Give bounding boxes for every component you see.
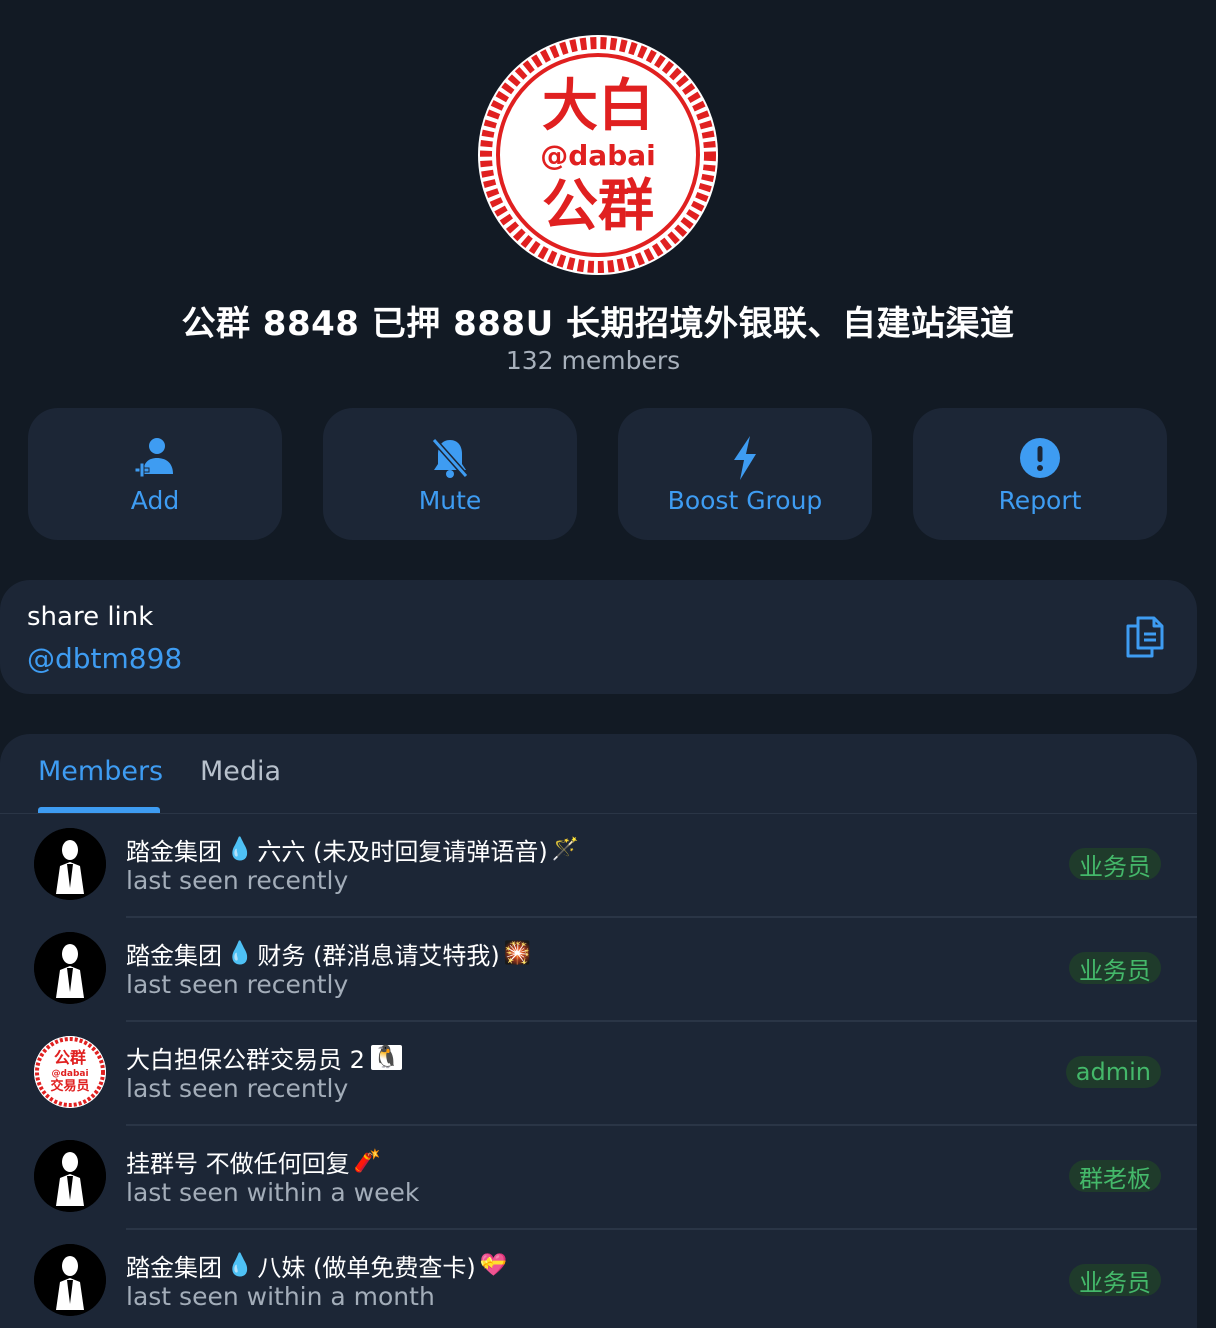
avatar: 公群 @dabai 交易员 bbox=[34, 1036, 106, 1108]
role-badge: 群老板 bbox=[1069, 1160, 1161, 1193]
logo-text-bottom: 公群 bbox=[542, 174, 654, 239]
member-row[interactable]: 踏金集团 💧 六六 (未及时回复请弹语音) 🪄 last seen recent… bbox=[0, 814, 1197, 918]
logo-handle: @dabai bbox=[540, 139, 655, 172]
report-button[interactable]: Report bbox=[913, 408, 1167, 540]
members-panel: Members Media 踏金集团 💧 六六 (未及时回复请弹语音) 🪄 la… bbox=[0, 734, 1197, 1328]
member-name-prefix: 大白担保公群交易员 2 bbox=[126, 1046, 365, 1074]
member-status: last seen recently bbox=[126, 866, 349, 895]
add-user-icon bbox=[135, 434, 175, 482]
magic-wand-icon: 🪄 bbox=[551, 837, 580, 862]
share-link-value[interactable]: @dbtm898 bbox=[27, 642, 182, 675]
avatar-text-bottom: 交易员 bbox=[50, 1078, 89, 1094]
copy-icon[interactable] bbox=[1124, 614, 1170, 660]
avatar bbox=[34, 1140, 106, 1212]
boost-group-label: Boost Group bbox=[667, 485, 823, 515]
avatar bbox=[34, 828, 106, 900]
tab-media[interactable]: Media bbox=[200, 756, 281, 787]
member-name-suffix: 财务 (群消息请艾特我) bbox=[257, 942, 500, 970]
lightning-icon bbox=[730, 434, 760, 482]
member-status: last seen within a week bbox=[126, 1178, 420, 1207]
member-name: 踏金集团 💧 八妹 (做单免费查卡) 💝 bbox=[126, 1248, 511, 1283]
member-name-suffix: 六六 (未及时回复请弹语音) bbox=[257, 838, 548, 866]
member-status: last seen within a month bbox=[126, 1282, 435, 1311]
penguin-icon: 🐧 bbox=[370, 1045, 403, 1070]
boost-group-button[interactable]: Boost Group bbox=[618, 408, 872, 540]
exclamation-circle-icon bbox=[1019, 434, 1061, 482]
member-name: 挂群号 不做任何回复 🧨 bbox=[126, 1144, 385, 1179]
group-title: 公群 8848 已押 888U 长期招境外银联、自建站渠道 bbox=[181, 304, 1015, 344]
logo-text-top: 大白 bbox=[542, 74, 654, 139]
water-drop-icon: 💧 bbox=[226, 837, 254, 862]
member-row[interactable]: 公群 @dabai 交易员 大白担保公群交易员 2 🐧 last seen re… bbox=[0, 1022, 1197, 1126]
sparkler-icon: 🎇 bbox=[503, 941, 532, 966]
member-name: 踏金集团 💧 财务 (群消息请艾特我) 🎇 bbox=[126, 936, 535, 971]
member-status: last seen recently bbox=[126, 970, 349, 999]
avatar-handle: @dabai bbox=[51, 1069, 88, 1079]
share-link-title: share link bbox=[27, 602, 154, 632]
mute-button[interactable]: Mute bbox=[323, 408, 577, 540]
report-label: Report bbox=[998, 485, 1082, 515]
firecracker-icon: 🧨 bbox=[353, 1149, 382, 1174]
member-name-prefix: 踏金集团 bbox=[126, 838, 222, 866]
group-avatar: 大白 @dabai 公群 bbox=[478, 35, 718, 275]
bell-muted-icon bbox=[430, 434, 470, 482]
member-name: 踏金集团 💧 六六 (未及时回复请弹语音) 🪄 bbox=[126, 832, 583, 867]
member-name-suffix: 八妹 (做单免费查卡) bbox=[257, 1254, 476, 1282]
member-name: 大白担保公群交易员 2 🐧 bbox=[126, 1040, 406, 1075]
member-name-prefix: 踏金集团 bbox=[126, 1254, 222, 1282]
member-row[interactable]: 踏金集团 💧 财务 (群消息请艾特我) 🎇 last seen recently… bbox=[0, 918, 1197, 1022]
avatar-text-top: 公群 bbox=[54, 1048, 86, 1067]
group-info-page: 大白 @dabai 公群 公群 8848 已押 888U 长期招境外银联、自建站… bbox=[0, 0, 1216, 1328]
member-row[interactable]: 挂群号 不做任何回复 🧨 last seen within a week 群老板 bbox=[0, 1126, 1197, 1230]
member-status: last seen recently bbox=[126, 1074, 349, 1103]
add-label: Add bbox=[130, 485, 180, 515]
group-logo: 大白 @dabai 公群 bbox=[480, 37, 716, 273]
member-count: 132 members bbox=[505, 346, 681, 375]
heart-gift-icon: 💝 bbox=[479, 1253, 508, 1278]
member-name-prefix: 挂群号 不做任何回复 bbox=[126, 1150, 350, 1178]
avatar bbox=[34, 1244, 106, 1316]
water-drop-icon: 💧 bbox=[226, 1253, 254, 1278]
member-row[interactable]: 踏金集团 💧 八妹 (做单免费查卡) 💝 last seen within a … bbox=[0, 1230, 1197, 1328]
add-button[interactable]: Add bbox=[28, 408, 282, 540]
water-drop-icon: 💧 bbox=[226, 941, 254, 966]
member-name-prefix: 踏金集团 bbox=[126, 942, 222, 970]
mute-label: Mute bbox=[418, 485, 482, 515]
role-badge: admin bbox=[1065, 1056, 1161, 1088]
role-badge: 业务员 bbox=[1069, 848, 1161, 881]
avatar bbox=[34, 932, 106, 1004]
role-badge: 业务员 bbox=[1069, 1264, 1161, 1297]
share-link-card[interactable]: share link @dbtm898 bbox=[0, 580, 1197, 694]
tab-members[interactable]: Members bbox=[38, 756, 163, 787]
role-badge: 业务员 bbox=[1069, 952, 1161, 985]
